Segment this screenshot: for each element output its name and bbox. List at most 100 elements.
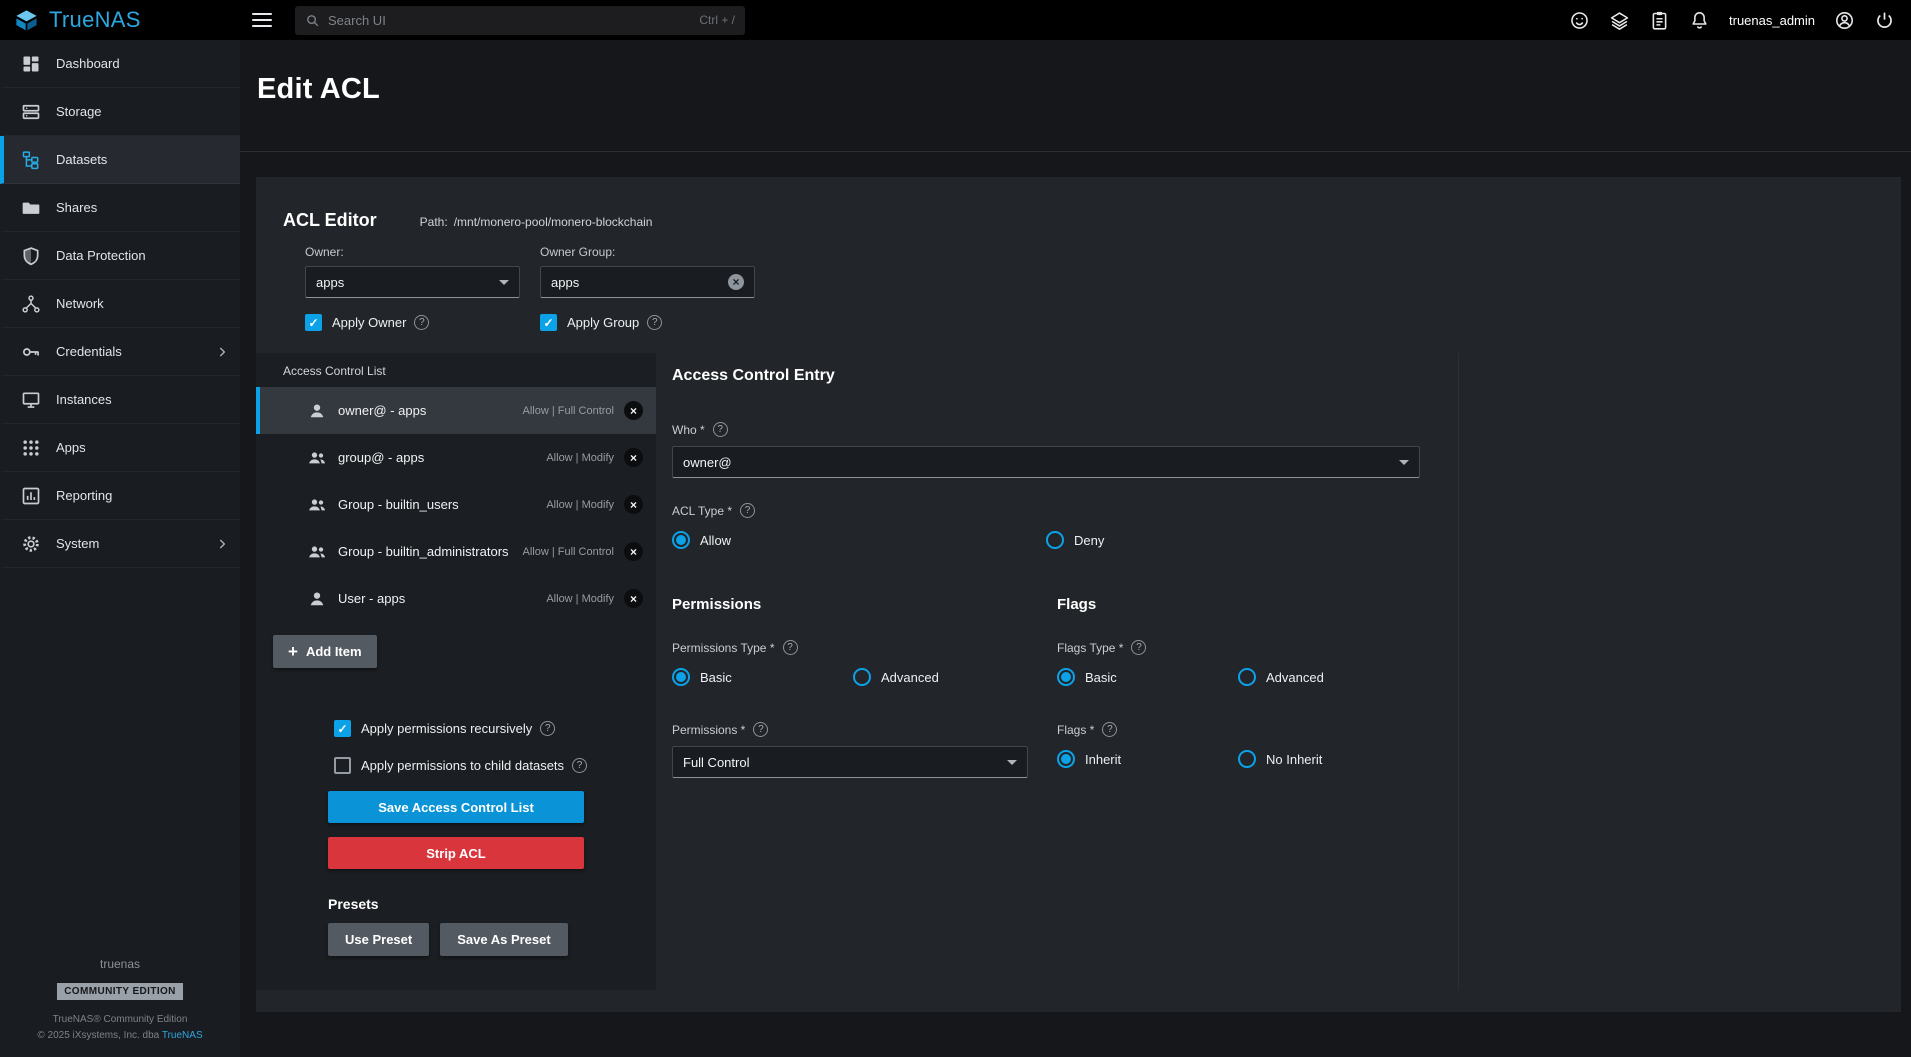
owner-group-input[interactable]: apps bbox=[540, 266, 755, 298]
sidebar-item-storage[interactable]: Storage bbox=[0, 88, 240, 136]
flags-type-label: Flags Type * bbox=[1057, 640, 1442, 655]
sidebar-item-system[interactable]: System bbox=[0, 520, 240, 568]
permissions-select[interactable]: Full Control bbox=[672, 746, 1028, 778]
storage-icon bbox=[21, 102, 41, 122]
who-select[interactable]: owner@ bbox=[672, 446, 1420, 478]
acl-entry-row[interactable]: User - apps Allow | Modify bbox=[256, 575, 656, 622]
help-icon[interactable] bbox=[540, 721, 555, 736]
apply-children-checkbox[interactable]: Apply permissions to child datasets bbox=[334, 757, 656, 774]
checkbox-checked-icon bbox=[334, 720, 351, 737]
sidebar-item-apps[interactable]: Apps bbox=[0, 424, 240, 472]
acl-list-heading: Access Control List bbox=[256, 353, 656, 387]
logged-in-username: truenas_admin bbox=[1729, 13, 1815, 28]
acl-entry-row[interactable]: Group - builtin_users Allow | Modify bbox=[256, 481, 656, 528]
save-as-preset-button[interactable]: Save As Preset bbox=[440, 923, 567, 956]
sidebar-item-network[interactable]: Network bbox=[0, 280, 240, 328]
user-icon bbox=[307, 401, 327, 421]
help-icon[interactable] bbox=[647, 315, 662, 330]
remove-entry-icon[interactable] bbox=[624, 495, 643, 514]
notifications-icon[interactable] bbox=[1689, 10, 1710, 31]
radio-unselected-icon bbox=[853, 668, 871, 686]
help-icon[interactable] bbox=[572, 758, 587, 773]
strip-acl-button[interactable]: Strip ACL bbox=[328, 837, 584, 869]
flags-label: Flags * bbox=[1057, 722, 1442, 737]
menu-icon[interactable] bbox=[252, 13, 272, 27]
sidebar-item-instances[interactable]: Instances bbox=[0, 376, 240, 424]
acl-entry-row[interactable]: owner@ - apps Allow | Full Control bbox=[256, 387, 656, 434]
user-avatar-icon[interactable] bbox=[1834, 10, 1855, 31]
radio-selected-icon bbox=[672, 668, 690, 686]
owner-select[interactable]: apps bbox=[305, 266, 520, 298]
checkbox-checked-icon bbox=[540, 314, 557, 331]
sidebar-item-data-protection[interactable]: Data Protection bbox=[0, 232, 240, 280]
path-value: /mnt/monero-pool/monero-blockchain bbox=[454, 215, 653, 229]
chevron-right-icon bbox=[214, 344, 230, 360]
remove-entry-icon[interactable] bbox=[624, 401, 643, 420]
radio-no-inherit[interactable]: No Inherit bbox=[1238, 750, 1322, 768]
key-icon bbox=[21, 342, 41, 362]
use-preset-button[interactable]: Use Preset bbox=[328, 923, 429, 956]
acl-entry-row[interactable]: Group - builtin_administrators Allow | F… bbox=[256, 528, 656, 575]
gear-icon bbox=[21, 534, 41, 554]
who-label: Who * bbox=[672, 422, 1901, 437]
group-icon bbox=[307, 448, 327, 468]
help-icon[interactable] bbox=[740, 503, 755, 518]
chevron-down-icon bbox=[499, 280, 509, 285]
search-input[interactable] bbox=[328, 13, 691, 28]
remove-entry-icon[interactable] bbox=[624, 542, 643, 561]
layers-icon[interactable] bbox=[1609, 10, 1630, 31]
radio-allow[interactable]: Allow bbox=[672, 531, 1046, 549]
sidebar-item-datasets[interactable]: Datasets bbox=[0, 136, 240, 184]
help-icon[interactable] bbox=[1102, 722, 1117, 737]
truenas-brand[interactable]: TrueNAS bbox=[0, 7, 240, 33]
sidebar-item-credentials[interactable]: Credentials bbox=[0, 328, 240, 376]
group-icon bbox=[307, 495, 327, 515]
main-content: Edit ACL ACL Editor Path: /mnt/monero-po… bbox=[240, 40, 1911, 1057]
vertical-divider bbox=[1458, 353, 1459, 990]
apply-recursive-checkbox[interactable]: Apply permissions recursively bbox=[334, 720, 656, 737]
search-icon bbox=[305, 13, 320, 28]
copyright-line: © 2025 iXsystems, Inc. dba TrueNAS bbox=[0, 1030, 240, 1041]
apply-group-checkbox[interactable]: Apply Group bbox=[540, 314, 755, 331]
acl-entry-row[interactable]: group@ - apps Allow | Modify bbox=[256, 434, 656, 481]
radio-flags-basic[interactable]: Basic bbox=[1057, 668, 1238, 686]
owner-label: Owner: bbox=[305, 245, 520, 259]
flags-section: Flags Flags Type * Basic bbox=[1057, 596, 1442, 778]
radio-deny[interactable]: Deny bbox=[1046, 531, 1104, 549]
edition-badge: COMMUNITY EDITION bbox=[57, 983, 183, 1000]
sidebar-item-reporting[interactable]: Reporting bbox=[0, 472, 240, 520]
sidebar-item-dashboard[interactable]: Dashboard bbox=[0, 40, 240, 88]
help-icon[interactable] bbox=[1131, 640, 1146, 655]
help-icon[interactable] bbox=[713, 422, 728, 437]
radio-selected-icon bbox=[672, 531, 690, 549]
power-icon[interactable] bbox=[1874, 10, 1895, 31]
add-item-button[interactable]: Add Item bbox=[273, 635, 377, 668]
help-icon[interactable] bbox=[783, 640, 798, 655]
edition-line: TrueNAS® Community Edition bbox=[0, 1014, 240, 1025]
top-bar-actions: truenas_admin bbox=[1569, 10, 1911, 31]
checkbox-checked-icon bbox=[305, 314, 322, 331]
apply-owner-checkbox[interactable]: Apply Owner bbox=[305, 314, 520, 331]
copyright-brand-link[interactable]: TrueNAS bbox=[162, 1030, 203, 1041]
clear-icon[interactable] bbox=[728, 274, 744, 290]
network-icon bbox=[21, 294, 41, 314]
sidebar-item-shares[interactable]: Shares bbox=[0, 184, 240, 232]
acl-type-label: ACL Type * bbox=[672, 503, 1901, 518]
radio-unselected-icon bbox=[1238, 668, 1256, 686]
remove-entry-icon[interactable] bbox=[624, 448, 643, 467]
search-box[interactable]: Ctrl + / bbox=[295, 6, 745, 35]
permissions-section: Permissions Permissions Type * Basic bbox=[672, 596, 1057, 778]
group-icon bbox=[307, 542, 327, 562]
bar-chart-icon bbox=[21, 486, 41, 506]
owner-group-field: Owner Group: apps Apply Group bbox=[540, 245, 755, 331]
radio-permissions-advanced[interactable]: Advanced bbox=[853, 668, 939, 686]
radio-permissions-basic[interactable]: Basic bbox=[672, 668, 853, 686]
save-acl-button[interactable]: Save Access Control List bbox=[328, 791, 584, 823]
radio-flags-advanced[interactable]: Advanced bbox=[1238, 668, 1324, 686]
help-icon[interactable] bbox=[753, 722, 768, 737]
remove-entry-icon[interactable] bbox=[624, 589, 643, 608]
feedback-icon[interactable] bbox=[1569, 10, 1590, 31]
help-icon[interactable] bbox=[414, 315, 429, 330]
checklist-icon[interactable] bbox=[1649, 10, 1670, 31]
radio-inherit[interactable]: Inherit bbox=[1057, 750, 1238, 768]
